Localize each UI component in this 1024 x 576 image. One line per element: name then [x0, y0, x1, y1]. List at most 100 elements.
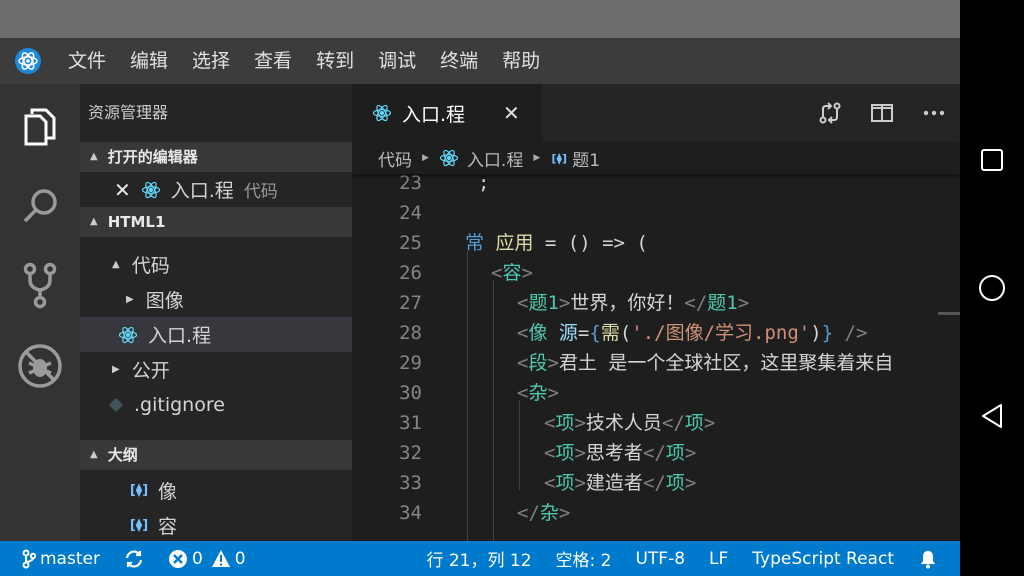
- more-actions-icon[interactable]: [908, 84, 960, 142]
- line-number: 24: [399, 202, 422, 224]
- code-line: 27 <题1>世界，你好！</题1>: [352, 288, 960, 318]
- outline-item[interactable]: [⧫] 像: [80, 473, 352, 508]
- code-line: 31 <项>技术人员</项>: [352, 408, 960, 438]
- outline-item[interactable]: [⧫] 容: [80, 508, 352, 541]
- error-count: 0: [191, 548, 203, 569]
- code-text: <项>技术人员</项>: [544, 412, 716, 434]
- code-view[interactable]: 23 ; 24 25 常 应用 = () => ( 26 <容> 27 <题1>…: [352, 174, 960, 541]
- tree-file-entry[interactable]: 入口.程: [80, 317, 352, 352]
- tree-folder-images[interactable]: ▶ 图像: [80, 282, 352, 317]
- language-mode[interactable]: TypeScript React: [740, 549, 906, 569]
- sync-icon[interactable]: [112, 549, 156, 569]
- line-number: 30: [399, 382, 422, 404]
- compare-changes-icon[interactable]: [804, 84, 856, 142]
- menu-edit[interactable]: 编辑: [118, 38, 180, 84]
- outline-item-label: 容: [158, 516, 178, 538]
- menu-selection[interactable]: 选择: [180, 38, 242, 84]
- source-control-icon[interactable]: [0, 246, 80, 326]
- problems-indicator[interactable]: 0 0: [156, 549, 258, 569]
- code-text: 常 应用 = () => (: [465, 232, 648, 254]
- open-editors-header[interactable]: ▲ 打开的编辑器: [80, 142, 352, 172]
- chevron-down-icon: ▲: [90, 216, 98, 227]
- tab-label: 入口.程: [402, 103, 466, 126]
- chevron-right-icon: ▶: [422, 153, 429, 163]
- explorer-sidebar: 资源管理器 ▲ 打开的编辑器 ✕ 入口.程 代码 ▲ HTML1 ▲ 代码 ▶ …: [80, 84, 352, 541]
- git-file-icon: [108, 397, 124, 413]
- code-line: 29 <段>君土 是一个全球社区，这里聚集着来自: [352, 348, 960, 378]
- react-file-icon: [439, 148, 459, 168]
- line-number: 34: [399, 502, 422, 524]
- system-status-bar: [0, 0, 960, 38]
- symbol-field-icon: [⧫]: [129, 518, 149, 533]
- menu-debug[interactable]: 调试: [366, 38, 428, 84]
- chevron-right-icon: ▶: [112, 364, 120, 375]
- branch-indicator[interactable]: master: [0, 549, 112, 569]
- code-text: <段>君土 是一个全球社区，这里聚集着来自: [517, 352, 894, 374]
- close-icon[interactable]: ✕: [503, 101, 520, 125]
- branch-name: master: [40, 548, 100, 569]
- breadcrumb-item[interactable]: 入口.程: [467, 146, 523, 171]
- line-number: 33: [399, 472, 422, 494]
- home-icon[interactable]: [972, 268, 1012, 308]
- breadcrumb-item[interactable]: 题1: [572, 146, 600, 171]
- open-editor-desc: 代码: [243, 182, 278, 202]
- code-line: 30 <杂>: [352, 378, 960, 408]
- code-text: <容>: [491, 262, 533, 284]
- encoding[interactable]: UTF-8: [623, 549, 697, 569]
- menu-file[interactable]: 文件: [56, 38, 118, 84]
- menu-bar: 文件 编辑 选择 查看 转到 调试 终端 帮助: [0, 38, 960, 84]
- code-line: 34 </杂>: [352, 498, 960, 528]
- line-number: 23: [399, 174, 422, 194]
- tree-item-label: 公开: [131, 360, 170, 382]
- tab-entry-file[interactable]: 入口.程 ✕: [352, 84, 542, 142]
- code-line: 33 <项>建造者</项>: [352, 468, 960, 498]
- menu-view[interactable]: 查看: [242, 38, 304, 84]
- chevron-right-icon: ▶: [126, 294, 134, 305]
- debug-icon[interactable]: [0, 326, 80, 406]
- android-nav-bar: [960, 0, 1024, 576]
- tree-folder-code[interactable]: ▲ 代码: [80, 247, 352, 282]
- recents-icon[interactable]: [972, 140, 1012, 180]
- line-ending[interactable]: LF: [697, 549, 740, 569]
- react-file-icon: [141, 180, 161, 200]
- symbol-field-icon: [⧫]: [129, 483, 149, 498]
- tree-item-label: 图像: [145, 290, 184, 312]
- code-line: 32 <项>思考者</项>: [352, 438, 960, 468]
- close-icon[interactable]: ✕: [114, 178, 131, 202]
- react-file-icon: [372, 103, 392, 123]
- menu-help[interactable]: 帮助: [490, 38, 552, 84]
- line-number: 31: [399, 412, 422, 434]
- app-logo-icon[interactable]: [0, 38, 56, 84]
- menu-go[interactable]: 转到: [304, 38, 366, 84]
- code-line: 28 <像 源={需('./图像/学习.png')} />: [352, 318, 960, 348]
- tab-bar: 入口.程 ✕: [352, 84, 960, 142]
- line-number: 26: [399, 262, 422, 284]
- editor-actions: [804, 84, 960, 142]
- search-icon[interactable]: [0, 166, 80, 246]
- tree-item-label: .gitignore: [134, 393, 225, 416]
- tree-folder-public[interactable]: ▶ 公开: [80, 352, 352, 387]
- menu-terminal[interactable]: 终端: [428, 38, 490, 84]
- status-bar: master 0 0 行 21，列 12 空格: 2 UTF-8 LF Type…: [0, 541, 960, 576]
- outline-label: 大纲: [107, 446, 138, 464]
- git-branch-icon: [22, 549, 36, 569]
- line-number: 29: [399, 352, 422, 374]
- files-icon[interactable]: [0, 86, 80, 166]
- back-icon[interactable]: [972, 396, 1012, 436]
- chevron-down-icon: ▲: [112, 259, 120, 270]
- line-number: 25: [399, 232, 422, 254]
- outline-header[interactable]: ▲ 大纲: [80, 440, 352, 470]
- project-label: HTML1: [107, 213, 166, 231]
- breadcrumb-item[interactable]: 代码: [378, 146, 412, 171]
- line-number: 32: [399, 442, 422, 464]
- split-editor-icon[interactable]: [856, 84, 908, 142]
- cursor-position[interactable]: 行 21，列 12: [414, 546, 543, 571]
- indentation[interactable]: 空格: 2: [544, 546, 624, 571]
- code-line: 24: [352, 198, 960, 228]
- code-text: ;: [478, 174, 490, 194]
- code-text: </杂>: [517, 502, 571, 524]
- open-editor-item[interactable]: ✕ 入口.程 代码: [80, 172, 352, 207]
- notifications-bell-icon[interactable]: [906, 549, 960, 569]
- tree-file-gitignore[interactable]: .gitignore: [80, 387, 352, 422]
- project-header[interactable]: ▲ HTML1: [80, 207, 352, 237]
